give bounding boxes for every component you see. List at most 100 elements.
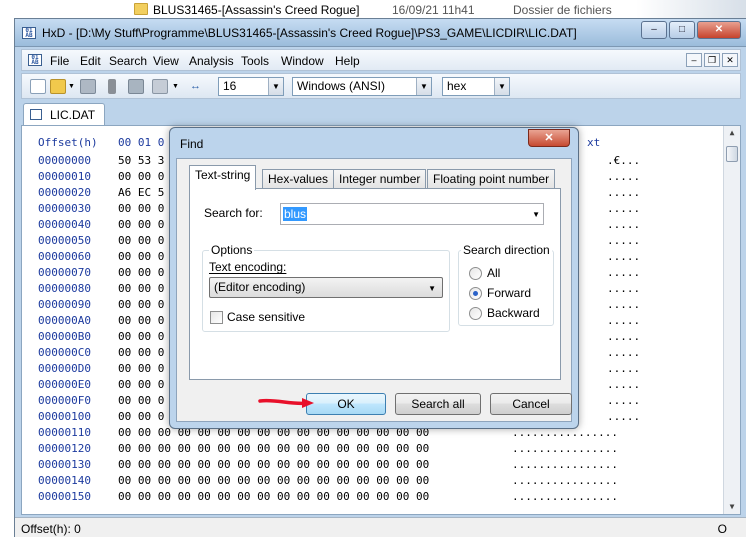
search-all-button[interactable]: Search all (395, 393, 481, 415)
search-value[interactable]: blus (283, 207, 308, 221)
tab-hex-values[interactable]: Hex-values (262, 169, 335, 189)
properties-icon[interactable] (128, 79, 144, 94)
row-hex-bytes[interactable]: 00 00 0 (118, 394, 164, 407)
row-hex-bytes[interactable]: 00 00 0 (118, 330, 164, 343)
row-hex-bytes[interactable]: 00 00 00 00 00 00 00 00 00 00 00 00 00 0… (118, 442, 429, 455)
menu-search[interactable]: Search (109, 54, 147, 68)
case-sensitive-checkbox[interactable] (210, 311, 223, 324)
open-folder-icon[interactable] (50, 79, 66, 94)
row-text[interactable]: ..... (607, 218, 640, 231)
row-text[interactable]: ..... (607, 170, 640, 183)
row-hex-bytes[interactable]: 00 00 0 (118, 234, 164, 247)
direction-forward-radio[interactable] (469, 287, 482, 300)
chevron-down-icon[interactable]: ▼ (268, 78, 283, 95)
hxd-icon[interactable]: 01 AB (22, 27, 36, 39)
bytes-per-row-combo[interactable]: 16 ▼ (218, 77, 284, 96)
row-hex-bytes[interactable]: 00 00 0 (118, 218, 164, 231)
table-row[interactable]: 00000120 00 00 00 00 00 00 00 00 00 00 00… (22, 442, 722, 458)
scroll-up-icon[interactable]: ▲ (726, 128, 738, 140)
direction-all-label[interactable]: All (487, 266, 500, 280)
row-hex-bytes[interactable]: 00 00 0 (118, 170, 164, 183)
doc-close-button[interactable]: ✕ (722, 53, 738, 67)
row-text[interactable]: ..... (607, 362, 640, 375)
chevron-down-icon[interactable]: ▼ (428, 279, 436, 298)
direction-forward-label[interactable]: Forward (487, 286, 531, 300)
search-input[interactable]: blus ▼ (280, 203, 544, 225)
table-row[interactable]: 00000130 00 00 00 00 00 00 00 00 00 00 00… (22, 458, 722, 474)
menu-window[interactable]: Window (281, 54, 324, 68)
scroll-down-icon[interactable]: ▼ (726, 502, 738, 514)
row-text[interactable]: ..... (607, 186, 640, 199)
row-text[interactable]: ..... (607, 378, 640, 391)
row-hex-bytes[interactable]: 00 00 0 (118, 346, 164, 359)
chevron-down-icon[interactable]: ▼ (532, 210, 540, 219)
case-sensitive-label[interactable]: Case sensitive (227, 310, 305, 324)
row-text[interactable]: ..... (607, 202, 640, 215)
row-text[interactable]: ..... (607, 394, 640, 407)
row-hex-bytes[interactable]: 00 00 0 (118, 282, 164, 295)
row-hex-bytes[interactable]: 00 00 0 (118, 250, 164, 263)
menu-tools[interactable]: Tools (241, 54, 269, 68)
row-text[interactable]: ................ (512, 442, 618, 455)
row-hex-bytes[interactable]: 00 00 00 00 00 00 00 00 00 00 00 00 00 0… (118, 490, 429, 503)
table-row[interactable]: 00000150 00 00 00 00 00 00 00 00 00 00 00… (22, 490, 722, 506)
direction-all-radio[interactable] (469, 267, 482, 280)
row-text[interactable]: ................ (512, 474, 618, 487)
tab-lic-dat[interactable]: LIC.DAT (23, 103, 105, 125)
row-hex-bytes[interactable]: 00 00 0 (118, 378, 164, 391)
text-encoding-select[interactable]: (Editor encoding) ▼ (209, 277, 443, 298)
row-hex-bytes[interactable]: 00 00 0 (118, 362, 164, 375)
row-hex-bytes[interactable]: 00 00 0 (118, 410, 164, 423)
tab-integer-number[interactable]: Integer number (333, 169, 427, 189)
row-text[interactable]: ..... (607, 346, 640, 359)
row-hex-bytes[interactable]: 00 00 0 (118, 314, 164, 327)
chevron-down-icon[interactable]: ▼ (416, 78, 431, 95)
export-icon[interactable] (152, 79, 168, 94)
row-text[interactable]: ..... (607, 330, 640, 343)
scroll-thumb[interactable] (726, 146, 738, 162)
export-dropdown-icon[interactable]: ▼ (172, 79, 180, 94)
row-hex-bytes[interactable]: 00 00 0 (118, 298, 164, 311)
row-hex-bytes[interactable]: A6 EC 5 (118, 186, 164, 199)
tab-text-string[interactable]: Text-string (189, 165, 257, 190)
save-icon[interactable] (80, 79, 96, 94)
menu-file[interactable]: File (50, 54, 69, 68)
doc-restore-button[interactable]: ❐ (704, 53, 720, 67)
explorer-folder-name[interactable]: BLUS31465-[Assassin's Creed Rogue] (153, 3, 359, 17)
close-button[interactable]: ✕ (697, 21, 741, 39)
row-hex-bytes[interactable]: 00 00 00 00 00 00 00 00 00 00 00 00 00 0… (118, 458, 429, 471)
row-text[interactable]: ..... (607, 282, 640, 295)
title-bar[interactable]: 01 AB HxD - [D:\My Stuff\Programme\BLUS31… (15, 19, 746, 47)
chevron-down-icon[interactable]: ▼ (494, 78, 509, 95)
new-file-icon[interactable] (30, 79, 46, 94)
row-text[interactable]: ..... (607, 410, 640, 423)
ok-button[interactable]: OK (306, 393, 386, 415)
row-text[interactable]: .€... (607, 154, 640, 167)
row-text[interactable]: ................ (512, 490, 618, 503)
vertical-scrollbar[interactable]: ▲ ▼ (723, 126, 740, 514)
row-text[interactable]: ..... (607, 266, 640, 279)
charset-combo[interactable]: Windows (ANSI) ▼ (292, 77, 432, 96)
menu-help[interactable]: Help (335, 54, 360, 68)
maximize-button[interactable]: □ (669, 21, 695, 39)
menu-view[interactable]: View (153, 54, 179, 68)
row-text[interactable]: ..... (607, 314, 640, 327)
menu-analysis[interactable]: Analysis (189, 54, 234, 68)
cancel-button[interactable]: Cancel (490, 393, 572, 415)
direction-backward-radio[interactable] (469, 307, 482, 320)
row-hex-bytes[interactable]: 00 00 0 (118, 202, 164, 215)
row-text[interactable]: ..... (607, 234, 640, 247)
row-hex-bytes[interactable]: 50 53 3 (118, 154, 164, 167)
direction-backward-label[interactable]: Backward (487, 306, 540, 320)
row-text[interactable]: ..... (607, 250, 640, 263)
document-icon[interactable]: 01 AB (28, 54, 42, 66)
offset-base-combo[interactable]: hex ▼ (442, 77, 510, 96)
dialog-close-button[interactable]: ✕ (528, 129, 570, 147)
row-text[interactable]: ................ (512, 458, 618, 471)
table-row[interactable]: 00000140 00 00 00 00 00 00 00 00 00 00 00… (22, 474, 722, 490)
doc-minimize-button[interactable]: – (686, 53, 702, 67)
row-hex-bytes[interactable]: 00 00 00 00 00 00 00 00 00 00 00 00 00 0… (118, 474, 429, 487)
row-text[interactable]: ..... (607, 298, 640, 311)
menu-edit[interactable]: Edit (80, 54, 101, 68)
open-dropdown-icon[interactable]: ▼ (68, 79, 76, 94)
